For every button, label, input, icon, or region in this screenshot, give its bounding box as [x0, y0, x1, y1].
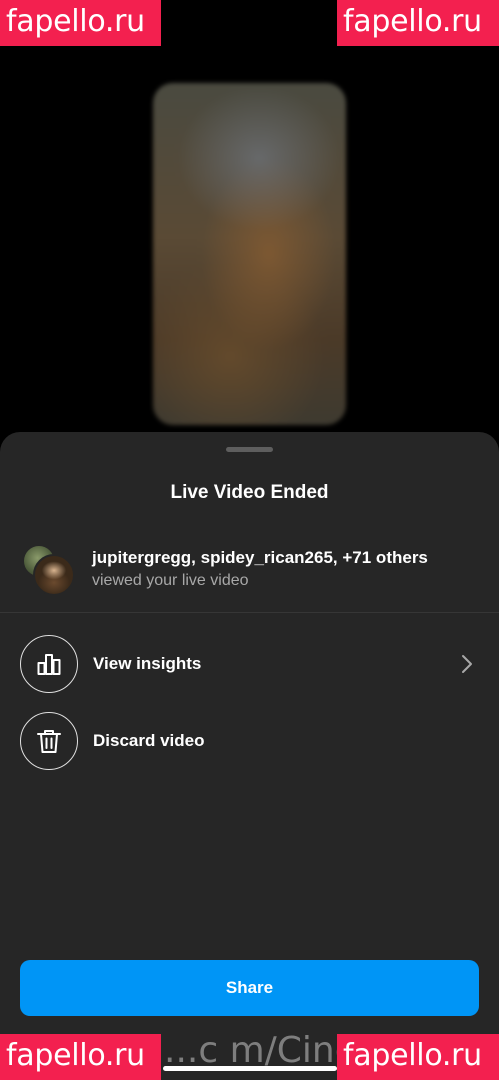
live-video-preview: [153, 83, 346, 425]
avatar: [33, 554, 75, 596]
view-insights-button[interactable]: View insights: [20, 635, 480, 693]
share-button[interactable]: Share: [20, 960, 479, 1016]
bar-chart-icon: [20, 635, 78, 693]
viewer-names: jupitergregg, spidey_rican265, +71 other…: [92, 548, 428, 567]
viewer-avatars: [22, 544, 76, 596]
watermark-bottom-left: fapello.ru: [0, 1034, 161, 1080]
watermark-bottom-overlay: ...c m/Cinc: [164, 1030, 355, 1071]
discard-video-button[interactable]: Discard video: [20, 712, 480, 770]
watermark-bottom-right: fapello.ru: [337, 1034, 499, 1080]
watermark-top-left: fapello.ru: [0, 0, 161, 46]
viewer-subtitle: viewed your live video: [92, 572, 249, 589]
sheet-title: Live Video Ended: [170, 482, 329, 503]
chevron-right-icon: [462, 655, 472, 673]
viewers-summary[interactable]: jupitergregg, spidey_rican265, +71 other…: [22, 544, 482, 596]
trash-icon: [20, 712, 78, 770]
sheet-grabber[interactable]: [226, 447, 273, 452]
live-ended-sheet: Live Video Ended jupitergregg, spidey_ri…: [0, 432, 499, 1080]
watermark-top-right: fapello.ru: [337, 0, 499, 46]
screen: fapello.ru fapello.ru Live Video Ended j…: [0, 0, 499, 1080]
discard-video-label: Discard video: [93, 731, 205, 750]
view-insights-label: View insights: [93, 654, 202, 673]
divider: [0, 612, 499, 613]
